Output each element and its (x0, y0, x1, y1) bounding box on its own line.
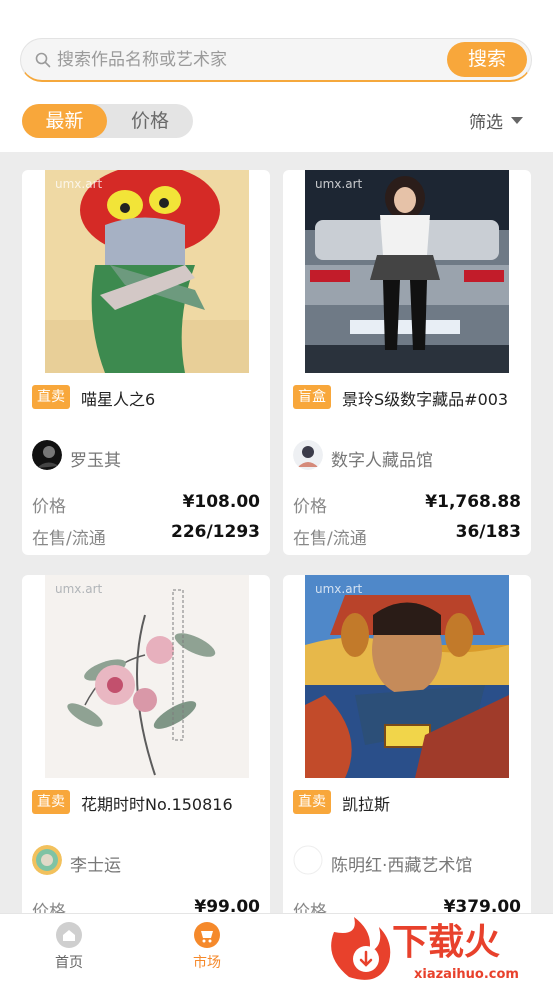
product-title: 凯拉斯 (342, 795, 391, 814)
product-card[interactable]: umx.art 直卖 喵星人之6 罗玉其 价格 ¥108.00 在售/流通 22… (22, 170, 270, 555)
header: 搜索 最新 价格 筛选 (0, 0, 553, 152)
avatar (293, 845, 323, 875)
search-icon (35, 52, 51, 68)
search-input[interactable] (57, 47, 437, 73)
product-title: 喵星人之6 (81, 390, 156, 409)
creator-name: 数字人藏品馆 (331, 451, 433, 471)
sale-type-badge: 盲盒 (293, 385, 331, 409)
avatar (32, 845, 62, 875)
tab-price[interactable]: 价格 (107, 104, 193, 138)
nav-label: 首页 (55, 955, 83, 971)
filter-dropdown[interactable]: 筛选 (469, 108, 523, 133)
stock-label: 在售/流通 (32, 529, 106, 549)
tab-latest[interactable]: 最新 (22, 104, 107, 138)
price-value: ¥1,768.88 (425, 492, 521, 512)
watermark-text: umx.art (315, 582, 362, 596)
price-label: 价格 (32, 497, 66, 517)
logo-url: xiazaihuo.com (414, 967, 519, 982)
watermark-text: umx.art (315, 177, 362, 191)
price-value: ¥108.00 (182, 492, 260, 512)
sale-type-badge: 直卖 (32, 385, 70, 409)
watermark-text: umx.art (55, 582, 102, 596)
creator-name: 李士运 (70, 856, 121, 876)
home-icon (56, 922, 82, 948)
nav-home[interactable]: 首页 (29, 922, 109, 972)
artwork-image: umx.art (305, 170, 509, 373)
sort-tabs: 最新 价格 (22, 104, 193, 138)
product-title: 花期时时No.150816 (81, 795, 233, 814)
filter-label: 筛选 (469, 113, 503, 133)
stock-label: 在售/流通 (293, 529, 367, 549)
product-title: 景玲S级数字藏品#003 (342, 390, 509, 409)
stock-value: 36/183 (455, 522, 521, 542)
watermark-text: umx.art (55, 177, 102, 191)
product-card[interactable]: umx.art 直卖 凯拉斯 陈明红·西藏艺术馆 价格 ¥379.00 (283, 575, 531, 960)
product-card[interactable]: umx.art 直卖 花期时时No.150816 李士运 价格 ¥99.00 (22, 575, 270, 960)
creator-name: 罗玉其 (70, 451, 121, 471)
artwork-image: umx.art (305, 575, 509, 778)
product-card[interactable]: umx.art 盲盒 景玲S级数字藏品#003 数字人藏品馆 价格 ¥1,768… (283, 170, 531, 555)
logo-text: 下载火 (392, 922, 500, 963)
nav-market[interactable]: 市场 (167, 922, 247, 972)
sale-type-badge: 直卖 (293, 790, 331, 814)
creator-name: 陈明红·西藏艺术馆 (331, 856, 473, 876)
search-button[interactable]: 搜索 (447, 42, 527, 77)
artwork-image: umx.art (45, 170, 249, 373)
avatar (32, 440, 62, 470)
stock-value: 226/1293 (170, 522, 260, 542)
artwork-image: umx.art (45, 575, 249, 778)
search-bar[interactable]: 搜索 (20, 38, 532, 82)
market-cart-icon (194, 922, 220, 948)
nav-label: 市场 (193, 955, 221, 971)
sale-type-badge: 直卖 (32, 790, 70, 814)
avatar (293, 440, 323, 470)
price-label: 价格 (293, 497, 327, 517)
site-logo: 下载火 xiazaihuo.com (331, 917, 519, 982)
caret-down-icon (511, 117, 523, 124)
